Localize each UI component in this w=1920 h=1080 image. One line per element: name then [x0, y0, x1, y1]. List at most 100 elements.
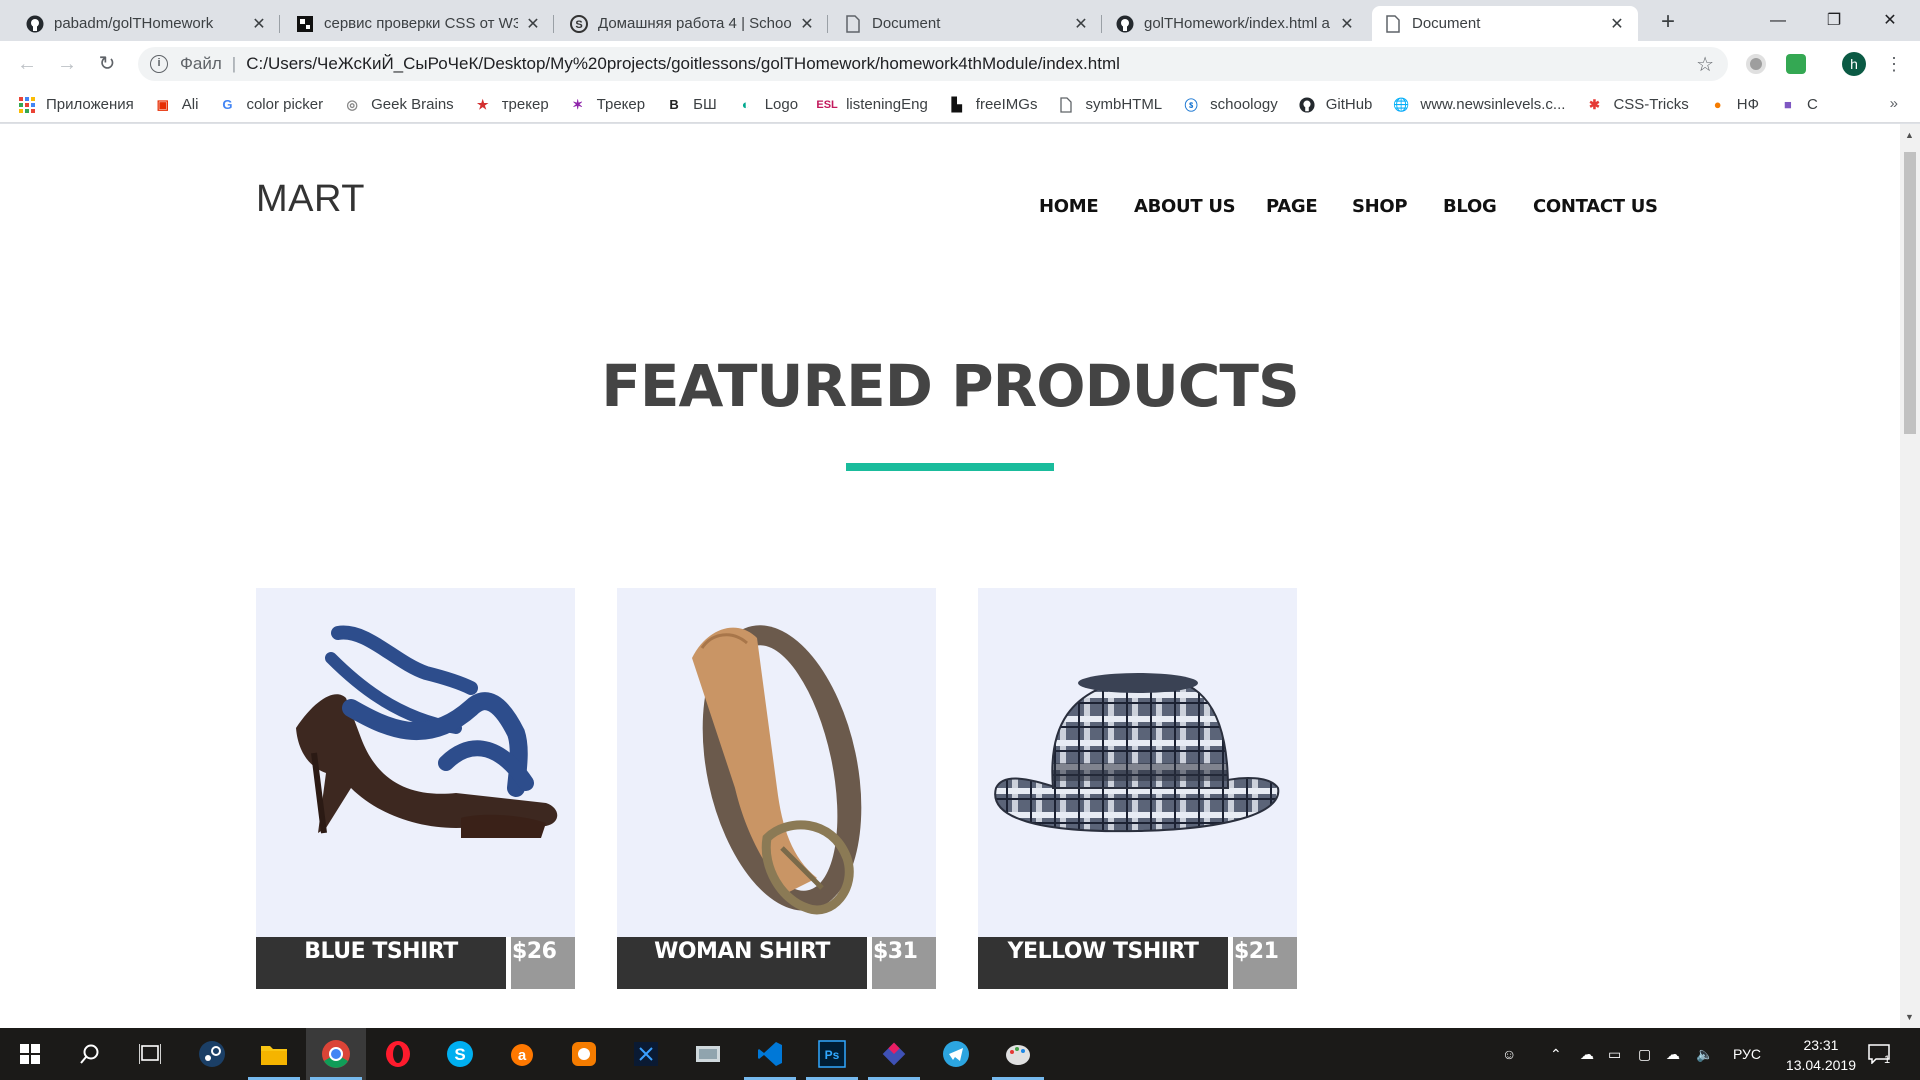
- github-icon: [1298, 96, 1316, 114]
- globe-icon: 🌐: [1393, 96, 1410, 112]
- avast-icon[interactable]: a: [492, 1028, 552, 1080]
- bookmark-item[interactable]: ⓢ schoology: [1182, 96, 1278, 114]
- extension-icon[interactable]: [1746, 54, 1766, 74]
- bookmark-item[interactable]: symbHTML: [1057, 96, 1162, 114]
- page-scrollbar[interactable]: ▲ ▼: [1900, 124, 1920, 1028]
- minimize-button[interactable]: —: [1750, 0, 1806, 41]
- bookmark-item[interactable]: B БШ: [665, 96, 716, 114]
- menu-kebab-icon[interactable]: ⋮: [1880, 50, 1908, 78]
- bookmark-item[interactable]: ■ С: [1779, 96, 1818, 114]
- battery-icon[interactable]: ▭: [1608, 1028, 1621, 1080]
- close-tab-icon[interactable]: ✕: [250, 14, 268, 34]
- close-tab-icon[interactable]: ✕: [1072, 14, 1090, 34]
- tab-title: сервис проверки CSS от W3: [324, 15, 518, 32]
- restore-button[interactable]: ❐: [1806, 0, 1862, 41]
- search-icon[interactable]: [60, 1028, 120, 1080]
- nav-shop[interactable]: SHOP: [1352, 196, 1408, 217]
- scrollbar-thumb[interactable]: [1904, 152, 1916, 434]
- bookmark-item[interactable]: ● НФ: [1709, 96, 1759, 114]
- cloud-icon[interactable]: ☁: [1666, 1028, 1680, 1080]
- back-button[interactable]: ←: [13, 50, 41, 78]
- telegram-icon[interactable]: [926, 1028, 986, 1080]
- product-card[interactable]: WOMAN SHIRT $31: [617, 588, 936, 989]
- bookmark-item[interactable]: ✶ Трекер: [569, 96, 645, 114]
- more-bookmarks-icon[interactable]: »: [1890, 95, 1898, 112]
- close-tab-icon[interactable]: ✕: [524, 14, 542, 34]
- new-tab-button[interactable]: +: [1654, 8, 1682, 36]
- product-image-hat[interactable]: [978, 588, 1297, 937]
- git-icon[interactable]: [864, 1028, 924, 1080]
- onedrive-tray-icon[interactable]: ☁: [1580, 1028, 1594, 1080]
- product-name[interactable]: WOMAN SHIRT: [617, 937, 867, 989]
- show-hidden-icons-icon[interactable]: ⌃: [1550, 1028, 1562, 1080]
- nav-page[interactable]: PAGE: [1266, 196, 1318, 217]
- close-window-button[interactable]: ✕: [1862, 0, 1918, 41]
- close-tab-icon[interactable]: ✕: [1338, 14, 1356, 34]
- product-image-sandal[interactable]: [256, 588, 575, 937]
- vscode-icon[interactable]: [740, 1028, 800, 1080]
- tab-separator: [279, 15, 280, 33]
- tab-title: Document: [1412, 15, 1481, 32]
- launcher-icon[interactable]: [554, 1028, 614, 1080]
- skype-icon[interactable]: S: [430, 1028, 490, 1080]
- clock[interactable]: 23:31 13.04.2019: [1786, 1035, 1856, 1075]
- schoology-icon: ⓢ: [1184, 98, 1198, 113]
- chrome-icon[interactable]: [306, 1028, 366, 1080]
- product-name[interactable]: BLUE TSHIRT: [256, 937, 506, 989]
- grammarly-extension-icon[interactable]: [1786, 54, 1806, 74]
- close-tab-icon[interactable]: ✕: [1608, 14, 1626, 34]
- bookmark-item[interactable]: ▣ Ali: [154, 96, 199, 114]
- start-button[interactable]: [0, 1028, 60, 1080]
- bookmark-item[interactable]: Приложения: [18, 96, 134, 114]
- bookmark-item[interactable]: ▙ freeIMGs: [948, 96, 1038, 114]
- browser-tab[interactable]: Document ✕: [832, 6, 1102, 41]
- file-explorer-icon[interactable]: [244, 1028, 304, 1080]
- info-icon[interactable]: i: [150, 55, 168, 73]
- site-logo[interactable]: MART: [256, 178, 365, 221]
- forward-button[interactable]: →: [53, 50, 81, 78]
- reload-button[interactable]: ↻: [93, 50, 121, 78]
- opera-icon[interactable]: [368, 1028, 428, 1080]
- browser-tab[interactable]: pabadm/golTHomework ✕: [14, 6, 280, 41]
- browser-tab-active[interactable]: Document ✕: [1372, 6, 1638, 41]
- bookmark-item[interactable]: ✱ CSS-Tricks: [1585, 96, 1689, 114]
- nav-blog[interactable]: BLOG: [1443, 196, 1497, 217]
- network-icon[interactable]: ▢: [1638, 1028, 1651, 1080]
- bookmark-item[interactable]: GitHub: [1298, 96, 1372, 114]
- bookmark-item[interactable]: ◐ Logo: [737, 96, 798, 114]
- browser-tab[interactable]: golTHomework/index.html a ✕: [1104, 6, 1368, 41]
- app-icon[interactable]: [678, 1028, 738, 1080]
- bookmark-item[interactable]: ESL listeningEng: [816, 96, 927, 114]
- address-bar[interactable]: i Файл | C:/Users/ЧеЖсКиЙ_СыРоЧеК/Deskto…: [138, 47, 1728, 81]
- bookmark-label: Трекер: [596, 96, 646, 113]
- product-card[interactable]: BLUE TSHIRT $26: [256, 588, 575, 989]
- product-image-belt[interactable]: [617, 588, 936, 937]
- product-card[interactable]: YELLOW TSHIRT $21: [978, 588, 1297, 989]
- profile-avatar[interactable]: h: [1842, 52, 1866, 76]
- input-language[interactable]: РУС: [1733, 1028, 1761, 1080]
- close-tab-icon[interactable]: ✕: [798, 14, 816, 34]
- volume-icon[interactable]: 🔈: [1696, 1028, 1713, 1080]
- product-name[interactable]: YELLOW TSHIRT: [978, 937, 1228, 989]
- nav-home[interactable]: HOME: [1039, 196, 1099, 217]
- bookmark-item[interactable]: Gcolor picker: [218, 96, 323, 114]
- vs-installer-icon[interactable]: [616, 1028, 676, 1080]
- photoshop-icon[interactable]: Ps: [802, 1028, 862, 1080]
- bookmark-star-icon[interactable]: ☆: [1696, 52, 1714, 77]
- nav-contact-us[interactable]: CONTACT US: [1533, 196, 1658, 217]
- steam-icon[interactable]: [182, 1028, 242, 1080]
- browser-tab[interactable]: сервис проверки CSS от W3 ✕: [284, 6, 554, 41]
- browser-tab[interactable]: S Домашняя работа 4 | Schoo ✕: [558, 6, 828, 41]
- product-price: $31: [872, 937, 936, 989]
- action-center-icon[interactable]: 1: [1868, 1028, 1890, 1080]
- task-view-icon[interactable]: [120, 1028, 180, 1080]
- bookmark-item[interactable]: ◎ Geek Brains: [343, 96, 453, 114]
- people-icon[interactable]: ☺: [1502, 1028, 1516, 1080]
- scroll-down-arrow-icon[interactable]: ▼: [1905, 1012, 1914, 1022]
- scroll-up-arrow-icon[interactable]: ▲: [1905, 130, 1914, 140]
- nav-about-us[interactable]: ABOUT US: [1134, 196, 1236, 217]
- paint-icon[interactable]: [988, 1028, 1048, 1080]
- bookmark-item[interactable]: ★ трекер: [474, 96, 549, 114]
- web-page: MART HOME ABOUT US PAGE SHOP BLOG CONTAC…: [0, 124, 1900, 1028]
- bookmark-item[interactable]: 🌐 www.newsinlevels.c...: [1392, 96, 1565, 114]
